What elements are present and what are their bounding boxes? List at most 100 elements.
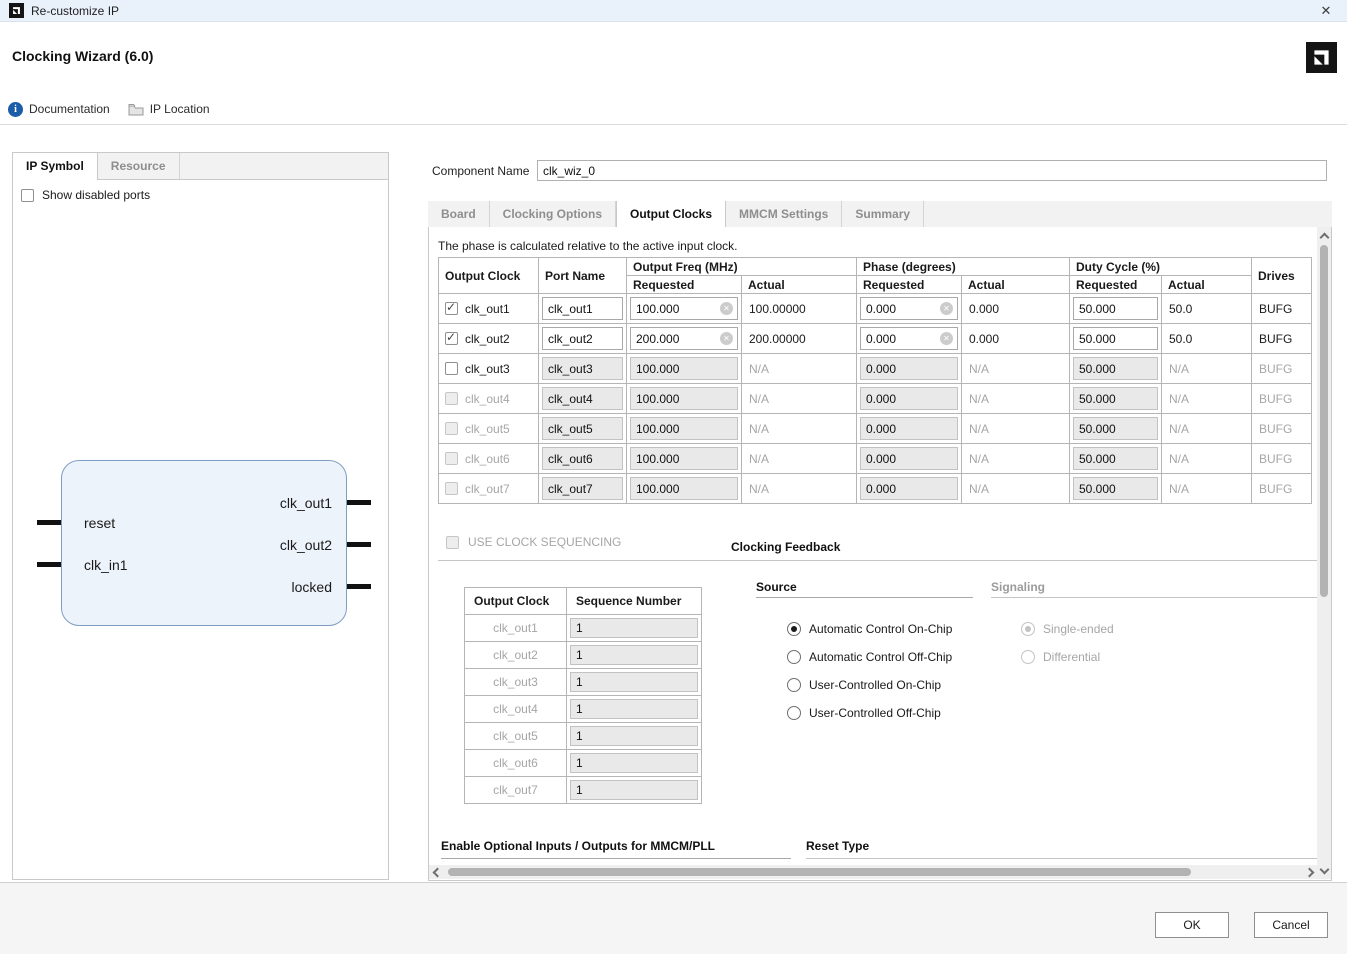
phase-requested-clk_out4-input [861,388,957,409]
ok-button[interactable]: OK [1155,912,1229,938]
window-titlebar: Re-customize IP ✕ [0,0,1347,22]
phase-requested-clk_out2: ✕ [860,327,958,350]
sequence-number-clk_out6 [570,753,698,773]
duty-actual: N/A [1162,354,1252,384]
vertical-scrollbar-thumb[interactable] [1320,245,1328,597]
duty-requested-clk_out7 [1073,477,1158,500]
output-clock-enable-clk_out2[interactable]: ✓clk_out2 [439,332,538,346]
amd-logo-icon [9,3,24,18]
scroll-right-icon[interactable] [1305,868,1313,876]
phase-actual: 0.000 [962,324,1070,354]
documentation-button[interactable]: i Documentation [8,102,110,117]
drives-value: BUFG [1252,324,1312,354]
duty-actual: N/A [1162,444,1252,474]
duty-requested-clk_out5 [1073,417,1158,440]
clear-icon[interactable]: ✕ [720,302,733,315]
radio-icon [787,622,801,636]
ip-symbol-diagram: resetclk_in1clk_out1clk_out2locked [61,460,347,626]
output-clock-enable-clk_out3[interactable]: clk_out3 [439,362,538,376]
freq-requested-clk_out1: ✕ [630,297,738,320]
sequence-number-input [571,619,697,637]
output-clock-enable-clk_out1[interactable]: ✓clk_out1 [439,302,538,316]
tab-mmcm-settings[interactable]: MMCM Settings [726,201,842,227]
signaling-radio-group: Single-endedDifferential [1021,615,1114,671]
radio-user-controlled-off-chip[interactable]: User-Controlled Off-Chip [787,699,952,727]
phase-note: The phase is calculated relative to the … [438,239,738,253]
enable-optional-title: Enable Optional Inputs / Outputs for MMC… [441,839,715,853]
freq-requested-clk_out4 [630,387,738,410]
duty-requested-clk_out3-input [1074,358,1157,379]
radio-automatic-control-off-chip[interactable]: Automatic Control Off-Chip [787,643,952,671]
phase-actual: N/A [962,474,1070,504]
sequence-number-clk_out5 [570,726,698,746]
vertical-scrollbar[interactable] [1317,227,1331,879]
table-row: clk_out4 [465,696,702,723]
clear-icon[interactable]: ✕ [940,302,953,315]
ip-location-button[interactable]: IP Location [128,102,210,116]
port-name-clk_out2-input[interactable] [543,328,622,349]
col-requested: Requested [857,276,962,294]
checkbox-checked-icon: ✓ [445,332,458,345]
col-requested: Requested [1070,276,1162,294]
seq-clock-label: clk_out5 [465,723,567,750]
phase-requested-clk_out5-input [861,418,957,439]
phase-requested-clk_out3 [860,357,958,380]
phase-requested-clk_out7 [860,477,958,500]
scroll-left-icon[interactable] [433,868,441,876]
clear-icon[interactable]: ✕ [720,332,733,345]
dialog-footer: OK Cancel [0,882,1347,954]
horizontal-scrollbar-thumb[interactable] [448,868,1191,876]
tab-summary[interactable]: Summary [842,201,924,227]
seq-clock-label: clk_out6 [465,750,567,777]
drives-value: BUFG [1252,474,1312,504]
table-row: clk_out4N/AN/AN/ABUFG [439,384,1312,414]
duty-requested-clk_out1-input[interactable] [1074,298,1157,319]
table-row: clk_out3N/AN/AN/ABUFG [439,354,1312,384]
sequence-number-clk_out7 [570,780,698,800]
phase-actual: N/A [962,414,1070,444]
radio-label: Differential [1043,650,1100,664]
sequence-number-input [571,727,697,745]
component-name-input[interactable] [537,160,1327,181]
freq-actual: N/A [742,444,857,474]
divider [441,858,791,859]
output-clocks-table: Output ClockPort NameOutput Freq (MHz)Ph… [438,257,1312,504]
table-row: clk_out5 [465,723,702,750]
sequence-number-input [571,646,697,664]
window-title: Re-customize IP [31,4,119,18]
output-clock-label: clk_out1 [465,302,510,316]
tab-resource[interactable]: Resource [98,153,180,179]
table-row: clk_out7 [465,777,702,804]
tab-board[interactable]: Board [428,201,490,227]
scroll-down-icon[interactable] [1320,865,1328,873]
radio-automatic-control-on-chip[interactable]: Automatic Control On-Chip [787,615,952,643]
sequence-number-clk_out4 [570,699,698,719]
port-label-reset: reset [84,515,115,531]
radio-label: User-Controlled On-Chip [809,678,941,692]
radio-user-controlled-on-chip[interactable]: User-Controlled On-Chip [787,671,952,699]
show-disabled-ports-checkbox[interactable]: Show disabled ports [21,188,150,202]
drives-value: BUFG [1252,354,1312,384]
tab-clocking-options[interactable]: Clocking Options [490,201,616,227]
page-title: Clocking Wizard (6.0) [12,48,153,64]
port-name-clk_out6 [542,447,623,470]
freq-actual: N/A [742,354,857,384]
clear-icon[interactable]: ✕ [940,332,953,345]
table-row: clk_out1 [465,615,702,642]
output-clock-label: clk_out4 [465,392,510,406]
cancel-button[interactable]: Cancel [1254,912,1328,938]
close-icon[interactable]: ✕ [1317,2,1335,20]
seq-clock-label: clk_out1 [465,615,567,642]
horizontal-scrollbar[interactable] [429,865,1317,879]
port-name-clk_out1-input[interactable] [543,298,622,319]
drives-value: BUFG [1252,444,1312,474]
port-name-clk_out3 [542,357,623,380]
folder-icon [128,103,144,116]
tab-ip-symbol[interactable]: IP Symbol [13,153,98,180]
tab-output-clocks[interactable]: Output Clocks [616,201,726,228]
scroll-up-icon[interactable] [1320,233,1328,241]
duty-requested-clk_out2-input[interactable] [1074,328,1157,349]
reset-type-title: Reset Type [806,839,869,853]
output-clock-label: clk_out3 [465,362,510,376]
radio-label: User-Controlled Off-Chip [809,706,941,720]
